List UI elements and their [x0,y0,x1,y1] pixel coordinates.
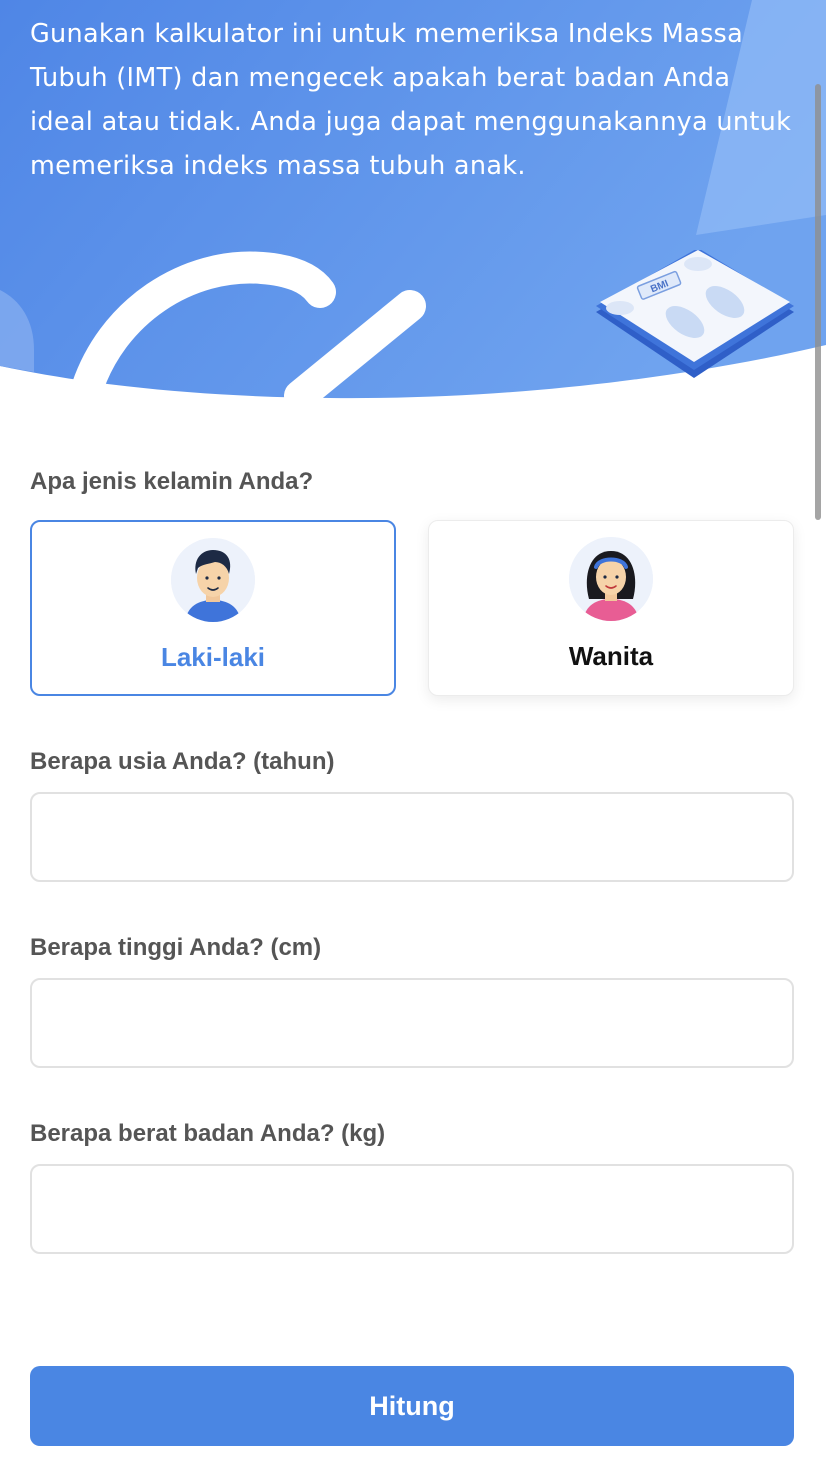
gender-option-female[interactable]: Wanita [428,520,794,696]
weight-input[interactable] [30,1164,794,1254]
age-question-label: Berapa usia Anda? (tahun) [30,748,335,775]
bmi-calculator-page: BMI Gunakan kalkulator ini untuk memerik… [0,0,826,1462]
gender-label-female: Wanita [568,641,654,671]
hero-banner: BMI Gunakan kalkulator ini untuk memerik… [0,0,826,400]
bmi-scale-illustration: BMI [596,250,794,378]
weight-question-label: Berapa berat badan Anda? (kg) [30,1120,386,1147]
scrollbar[interactable] [815,84,821,520]
height-input[interactable] [30,978,794,1068]
gender-question-label: Apa jenis kelamin Anda? [30,468,314,495]
gender-option-male[interactable]: Laki-laki [30,520,396,696]
hero-description: Gunakan kalkulator ini untuk memeriksa I… [30,19,792,181]
age-input[interactable] [30,792,794,882]
female-avatar-icon [569,537,653,621]
gender-label-male: Laki-laki [160,642,266,672]
height-question-label: Berapa tinggi Anda? (cm) [30,934,322,961]
calculate-button[interactable]: Hitung [30,1366,794,1446]
male-avatar-icon [171,538,255,622]
